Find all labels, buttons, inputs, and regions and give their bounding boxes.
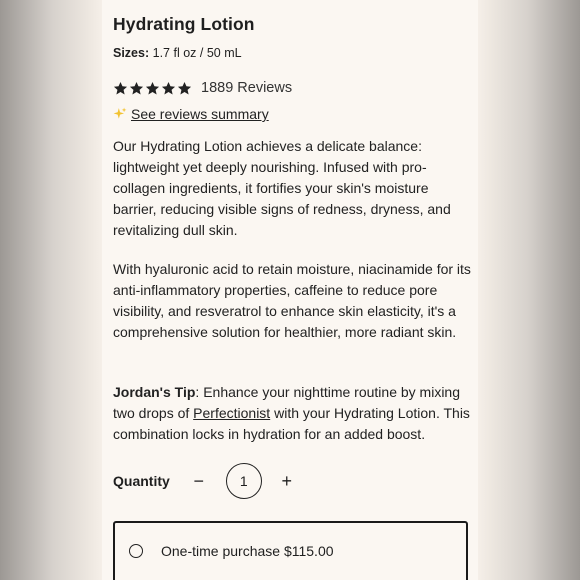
- one-time-purchase-label: One-time purchase $115.00: [161, 543, 334, 559]
- quantity-label: Quantity: [113, 473, 170, 489]
- star-icon: [129, 81, 144, 96]
- one-time-purchase-radio[interactable]: [129, 544, 143, 558]
- star-icon: [177, 81, 192, 96]
- screenshot-frame: Hydrating Lotion Sizes: 1.7 fl oz / 50 m…: [0, 0, 580, 580]
- reviews-count[interactable]: 1889 Reviews: [201, 80, 292, 96]
- tip-label: Jordan's Tip: [113, 384, 196, 400]
- sizes-value: 1.7 fl oz / 50 mL: [152, 46, 242, 60]
- see-reviews-summary-link[interactable]: See reviews summary: [131, 106, 269, 122]
- perfectionist-link[interactable]: Perfectionist: [193, 405, 270, 421]
- star-icon: [113, 81, 128, 96]
- quantity-increment-button[interactable]: +: [280, 471, 294, 492]
- one-time-purchase-option[interactable]: One-time purchase $115.00: [113, 521, 468, 580]
- tip-paragraph: Jordan's Tip: Enhance your nighttime rou…: [113, 382, 473, 445]
- sparkle-icon: [113, 107, 127, 121]
- product-title: Hydrating Lotion: [113, 14, 255, 34]
- rating-row[interactable]: 1889 Reviews: [113, 80, 292, 96]
- quantity-decrement-button[interactable]: −: [192, 471, 206, 492]
- star-icon: [161, 81, 176, 96]
- quantity-selector: Quantity − 1 +: [113, 462, 294, 500]
- star-icon: [145, 81, 160, 96]
- sizes-line: Sizes: 1.7 fl oz / 50 mL: [113, 46, 242, 60]
- purchase-option-content: One-time purchase $115.00: [129, 543, 334, 559]
- sizes-label: Sizes:: [113, 46, 150, 60]
- product-panel: Hydrating Lotion Sizes: 1.7 fl oz / 50 m…: [102, 0, 478, 580]
- reviews-summary-row[interactable]: See reviews summary: [113, 106, 269, 122]
- quantity-value[interactable]: 1: [225, 463, 262, 499]
- star-rating: [113, 81, 192, 96]
- description-paragraph-1: Our Hydrating Lotion achieves a delicate…: [113, 138, 451, 238]
- description-paragraph-2: With hyaluronic acid to retain moisture,…: [113, 261, 471, 340]
